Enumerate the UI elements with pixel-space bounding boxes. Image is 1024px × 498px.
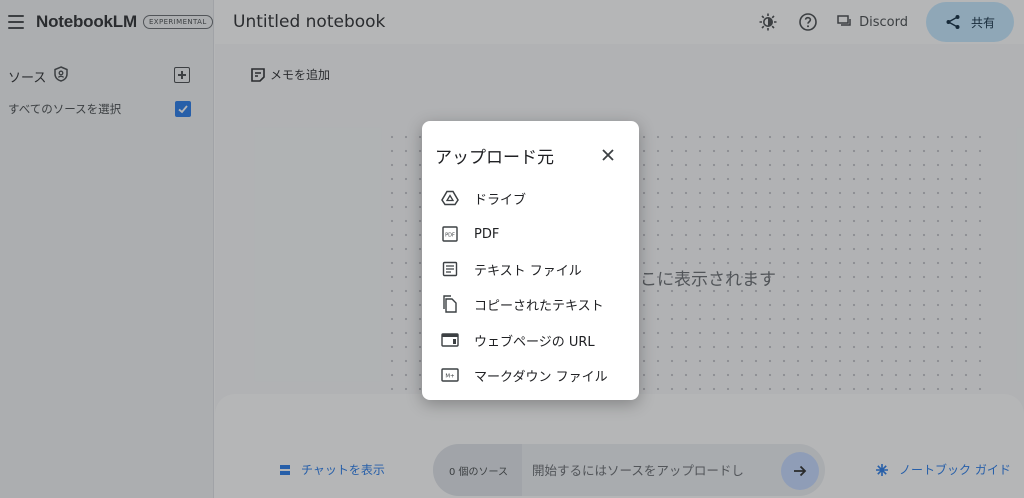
web-icon (440, 330, 460, 350)
upload-option-web-url[interactable]: ウェブページの URL (440, 328, 595, 352)
option-label: ウェブページの URL (474, 334, 595, 350)
pdf-icon: PDF (440, 224, 460, 244)
close-icon[interactable] (601, 147, 615, 161)
option-label: PDF (474, 226, 500, 242)
upload-option-markdown[interactable]: M+ マークダウン ファイル (440, 363, 608, 387)
upload-source-dialog: アップロード元 ドライブ PDF PDF テキスト ファイル コピーされたテキス… (422, 121, 639, 400)
upload-option-copied-text[interactable]: コピーされたテキスト (440, 292, 604, 316)
svg-text:M+: M+ (445, 374, 455, 380)
upload-option-drive[interactable]: ドライブ (440, 186, 526, 210)
upload-option-pdf[interactable]: PDF PDF (440, 222, 499, 246)
option-label: マークダウン ファイル (474, 369, 608, 385)
svg-text:PDF: PDF (445, 233, 455, 239)
markdown-icon: M+ (440, 365, 460, 385)
drive-icon (440, 188, 460, 208)
text-file-icon (440, 259, 460, 279)
upload-option-text-file[interactable]: テキスト ファイル (440, 257, 582, 281)
copy-icon (440, 294, 460, 314)
option-label: テキスト ファイル (474, 263, 582, 279)
option-label: コピーされたテキスト (474, 298, 604, 314)
dialog-title: アップロード元 (435, 148, 554, 168)
option-label: ドライブ (474, 192, 527, 208)
